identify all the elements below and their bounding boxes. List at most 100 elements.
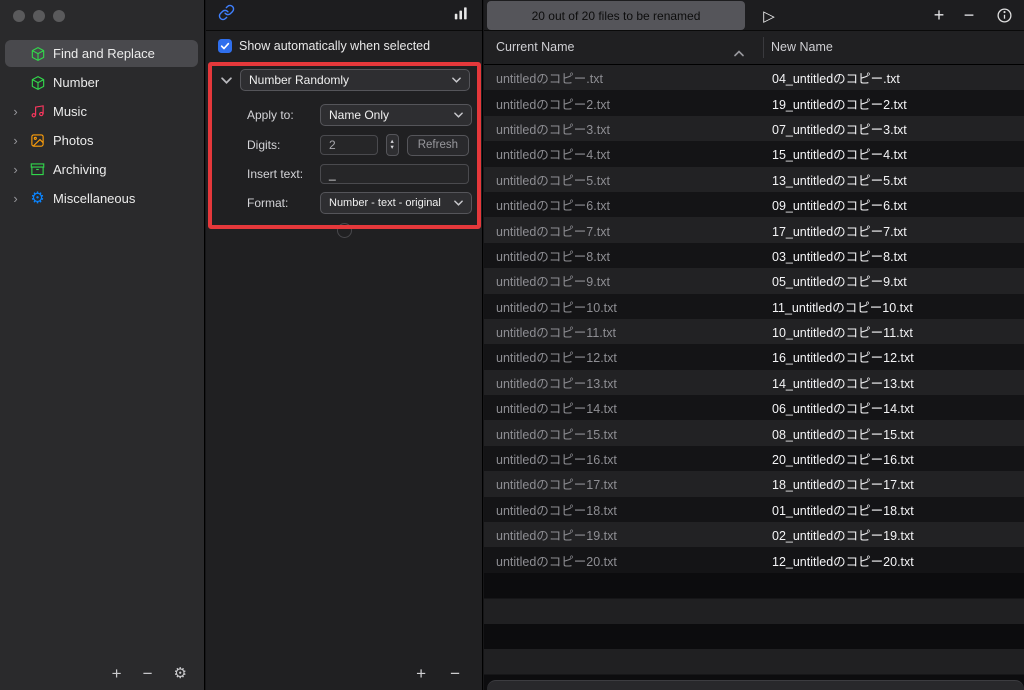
format-row: Format: Number - text - original [247, 192, 472, 214]
file-list-panel: 20 out of 20 files to be renamed ▷ + − C… [484, 0, 1024, 690]
digits-input[interactable]: 2 [320, 135, 378, 155]
column-header-current-name[interactable]: Current Name [496, 40, 575, 54]
digits-label: Digits: [247, 138, 281, 152]
table-row[interactable]: untitledのコピー.txt 04_untitledのコピー.txt [484, 65, 1024, 91]
table-row[interactable]: untitledのコピー14.txt 06_untitledのコピー14.txt [484, 395, 1024, 421]
current-name-cell: untitledのコピー18.txt [496, 503, 617, 518]
insert-text-input[interactable]: _ [320, 164, 469, 184]
sidebar-item-photos[interactable]: › Photos [5, 127, 198, 154]
chevron-right-icon[interactable]: › [9, 163, 22, 176]
current-name-cell: untitledのコピー7.txt [496, 224, 610, 239]
show-automatically-checkbox[interactable] [218, 39, 232, 53]
table-row[interactable]: untitledのコピー12.txt 16_untitledのコピー12.txt [484, 344, 1024, 370]
digits-stepper[interactable]: ▴ ▾ [385, 134, 399, 156]
sort-ascending-icon [734, 44, 744, 62]
close-button[interactable] [13, 10, 25, 22]
column-header-new-name[interactable]: New Name [771, 40, 833, 54]
sidebar-item-music[interactable]: › Music [5, 98, 198, 125]
chevron-down-icon[interactable] [221, 71, 232, 89]
table-row[interactable]: untitledのコピー20.txt 12_untitledのコピー20.txt [484, 547, 1024, 573]
refresh-button[interactable]: Refresh [406, 134, 469, 156]
apply-to-value: Name Only [329, 108, 390, 122]
table-row[interactable]: untitledのコピー11.txt 10_untitledのコピー11.txt [484, 318, 1024, 345]
table-row[interactable]: untitledのコピー6.txt 09_untitledのコピー6.txt [484, 191, 1024, 218]
table-row[interactable]: untitledのコピー5.txt 13_untitledのコピー5.txt [484, 166, 1024, 192]
table-row[interactable]: untitledのコピー15.txt 08_untitledのコピー15.txt [484, 420, 1024, 446]
sidebar-item-label: Music [53, 104, 87, 119]
add-action-button[interactable]: + [416, 665, 426, 682]
current-name-cell: untitledのコピー19.txt [496, 529, 617, 544]
table-row[interactable]: untitledのコピー16.txt 20_untitledのコピー16.txt [484, 445, 1024, 472]
app-window: Find and Replace Number › Music › Photos › Arch… [0, 0, 1024, 690]
table-row[interactable]: untitledのコピー17.txt 18_untitledのコピー17.txt [484, 471, 1024, 497]
table-row[interactable]: untitledのコピー2.txt 19_untitledのコピー2.txt [484, 90, 1024, 116]
add-preset-button[interactable]: + [112, 665, 122, 682]
current-name-cell: untitledのコピー4.txt [496, 148, 610, 163]
new-name-cell: 12_untitledのコピー20.txt [772, 554, 914, 569]
table-row[interactable]: untitledのコピー9.txt 05_untitledのコピー9.txt [484, 268, 1024, 294]
format-dropdown[interactable]: Number - text - original [320, 192, 472, 214]
empty-rows-stripes [484, 573, 1024, 690]
bar-chart-icon[interactable] [454, 6, 470, 25]
table-row[interactable]: untitledのコピー18.txt 01_untitledのコピー18.txt [484, 496, 1024, 523]
sidebar-item-number[interactable]: Number [5, 69, 198, 96]
apply-to-dropdown[interactable]: Name Only [320, 104, 472, 126]
new-name-cell: 04_untitledのコピー.txt [772, 72, 900, 87]
add-files-button[interactable]: + [927, 0, 951, 31]
insert-text-row: Insert text: _ [247, 164, 469, 184]
chevron-right-icon[interactable]: › [9, 192, 22, 205]
sidebar-item-label: Number [53, 75, 100, 90]
current-name-cell: untitledのコピー9.txt [496, 275, 610, 290]
current-name-cell: untitledのコピー8.txt [496, 249, 610, 264]
status-badge: 20 out of 20 files to be renamed [487, 1, 745, 30]
stepper-down-icon[interactable]: ▾ [391, 144, 394, 151]
inspector-toolbar [206, 0, 482, 31]
table-header: Current Name New Name [484, 31, 1024, 65]
table-row[interactable]: untitledのコピー19.txt 02_untitledのコピー19.txt [484, 522, 1024, 548]
new-name-cell: 11_untitledのコピー10.txt [772, 300, 913, 315]
files-toolbar: 20 out of 20 files to be renamed ▷ + − [484, 0, 1024, 31]
link-icon[interactable] [218, 4, 235, 26]
column-divider[interactable] [763, 37, 764, 58]
current-name-cell: untitledのコピー20.txt [496, 554, 617, 569]
table-row[interactable]: untitledのコピー4.txt 15_untitledのコピー4.txt [484, 141, 1024, 167]
table-row[interactable]: untitledのコピー3.txt 07_untitledのコピー3.txt [484, 115, 1024, 142]
current-name-cell: untitledのコピー15.txt [496, 427, 617, 442]
new-name-cell: 16_untitledのコピー12.txt [772, 351, 914, 366]
apply-to-label: Apply to: [247, 108, 294, 122]
current-name-cell: untitledのコピー11.txt [496, 326, 616, 341]
apply-to-row: Apply to: Name Only [247, 104, 472, 126]
chevron-right-icon[interactable]: › [9, 105, 22, 118]
sidebar-item-find-and-replace[interactable]: Find and Replace [5, 40, 198, 67]
sidebar-item-archiving[interactable]: › Archiving [5, 156, 198, 183]
new-name-cell: 18_untitledのコピー17.txt [772, 478, 914, 493]
new-name-cell: 06_untitledのコピー14.txt [772, 402, 914, 417]
new-name-cell: 01_untitledのコピー18.txt [772, 503, 914, 518]
minimize-button[interactable] [33, 10, 45, 22]
remove-preset-button[interactable]: − [143, 665, 153, 682]
run-rename-button[interactable]: ▷ [757, 0, 781, 31]
table-row[interactable]: untitledのコピー7.txt 17_untitledのコピー7.txt [484, 217, 1024, 243]
sidebar-list: Find and Replace Number › Music › Photos › Arch… [5, 40, 198, 212]
settings-gear-icon[interactable]: ⚙ [174, 666, 187, 681]
format-value: Number - text - original [329, 197, 441, 209]
show-automatically-row: Show automatically when selected [218, 39, 430, 53]
zoom-button[interactable] [53, 10, 65, 22]
table-row[interactable]: untitledのコピー10.txt 11_untitledのコピー10.txt [484, 293, 1024, 319]
remove-files-button[interactable]: − [957, 0, 981, 31]
table-row[interactable]: untitledのコピー13.txt 14_untitledのコピー13.txt [484, 369, 1024, 396]
archive-icon [28, 161, 47, 179]
table-row[interactable]: untitledのコピー8.txt 03_untitledのコピー8.txt [484, 242, 1024, 269]
current-name-cell: untitledのコピー13.txt [496, 376, 617, 391]
action-inspector-panel: Show automatically when selected Number … [206, 0, 483, 690]
info-icon[interactable] [991, 0, 1017, 31]
sidebar-footer: + − ⚙ [0, 656, 204, 690]
chevron-right-icon[interactable]: › [9, 134, 22, 147]
window-controls [13, 10, 65, 22]
new-name-cell: 15_untitledのコピー4.txt [772, 148, 907, 163]
remove-action-button[interactable]: − [450, 665, 460, 682]
action-type-dropdown[interactable]: Number Randomly [240, 69, 470, 91]
bottom-panel-edge [487, 680, 1024, 690]
sidebar-item-label: Photos [53, 133, 94, 148]
sidebar-item-miscellaneous[interactable]: › ⚙ Miscellaneous [5, 185, 198, 212]
